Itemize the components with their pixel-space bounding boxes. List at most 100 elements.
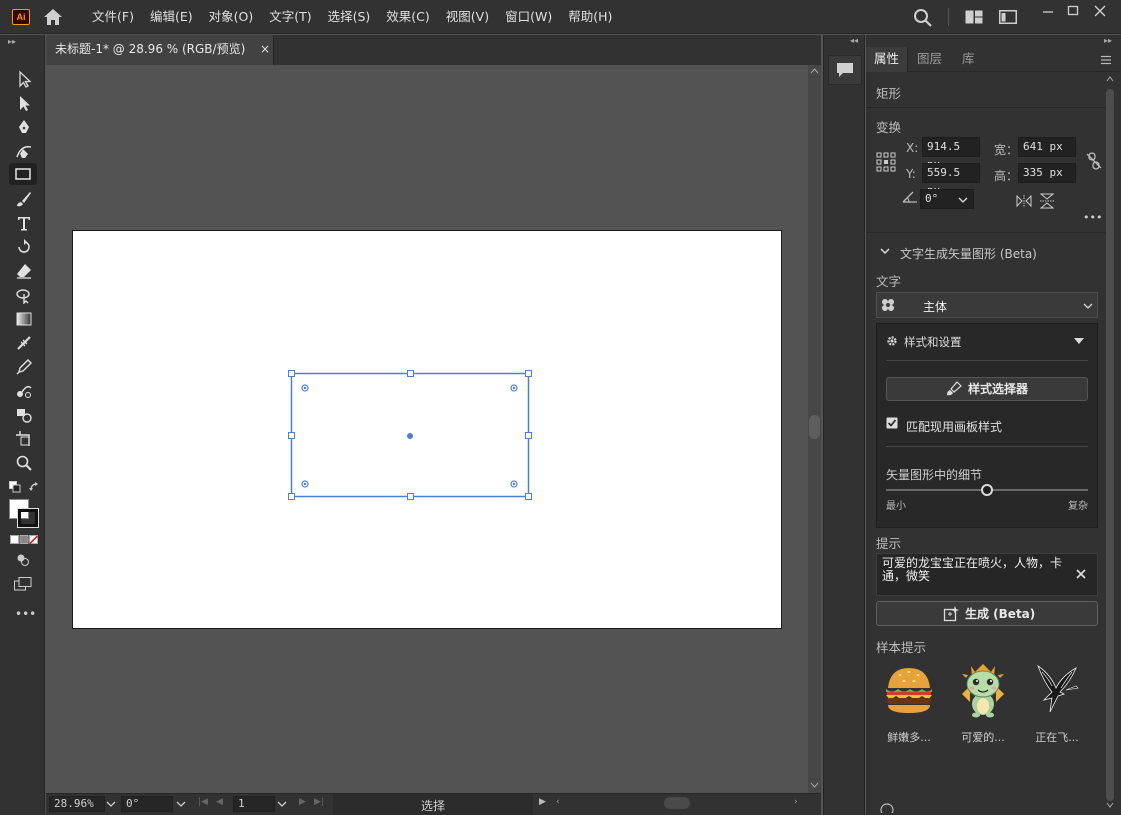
flip-vertical-icon[interactable] [1040, 193, 1054, 209]
horizontal-scroll-thumb[interactable] [664, 797, 690, 809]
rotation-dropdown-icon[interactable] [176, 800, 186, 808]
scroll-left-icon[interactable]: ‹ [556, 797, 560, 807]
document-tab[interactable]: 未标题-1* @ 28.96 % (RGB/预览) × [46, 35, 274, 65]
prompt-input[interactable]: 可爱的龙宝宝正在喷火，人物，卡通，微笑 [876, 553, 1098, 596]
resize-handle[interactable] [525, 493, 532, 500]
drawing-modes-icon[interactable] [16, 553, 30, 567]
pen-tool[interactable] [12, 117, 36, 137]
panel-scroll-thumb[interactable] [1106, 89, 1114, 801]
resize-handle[interactable] [525, 432, 532, 439]
vertical-scroll-thumb[interactable] [809, 415, 820, 439]
style-settings-title[interactable]: 样式和设置 [904, 334, 962, 350]
status-menu-icon[interactable]: ▶ [539, 797, 546, 807]
last-artboard-icon[interactable]: ▶| [314, 797, 324, 807]
tab-libraries[interactable]: 库 [954, 47, 983, 72]
color-mode-icons[interactable] [10, 535, 38, 545]
artboard-number-field[interactable]: 1 [233, 796, 275, 812]
match-artboard-checkbox[interactable] [886, 417, 898, 429]
menu-edit[interactable]: 编辑(E) [142, 0, 201, 34]
panel-menu-icon[interactable] [1100, 55, 1112, 65]
rotate-tool[interactable] [12, 237, 36, 257]
comments-panel-button[interactable] [828, 55, 862, 85]
gradient-tool[interactable] [12, 309, 36, 329]
menu-effect[interactable]: 效果(C) [378, 0, 437, 34]
more-transform-options-icon[interactable]: ••• [1083, 211, 1102, 224]
artboard-tool[interactable] [12, 429, 36, 449]
stroke-color-swatch[interactable] [17, 508, 39, 528]
swap-colors-icon[interactable] [28, 481, 40, 493]
resize-handle[interactable] [288, 493, 295, 500]
menu-select[interactable]: 选择(S) [320, 0, 379, 34]
canvas[interactable] [46, 65, 808, 793]
angle-dropdown-icon[interactable] [958, 196, 968, 204]
style-picker-button[interactable]: 样式选择器 [886, 377, 1088, 401]
info-icon[interactable] [880, 803, 894, 813]
panel-scroll-up-icon[interactable] [1105, 75, 1115, 83]
panel-scrollbar[interactable] [1105, 75, 1115, 810]
resize-handle[interactable] [407, 370, 414, 377]
next-artboard-icon[interactable]: ▶ [299, 797, 306, 807]
eraser-tool[interactable] [12, 261, 36, 281]
x-field[interactable]: 914.5 px [922, 137, 980, 171]
menu-window[interactable]: 窗口(W) [497, 0, 560, 34]
reference-point-icon[interactable] [876, 152, 896, 172]
close-window-icon[interactable] [1089, 4, 1111, 18]
zoom-tool[interactable] [12, 453, 36, 473]
scroll-right-icon[interactable]: › [794, 797, 798, 807]
height-field[interactable]: 335 px [1018, 163, 1076, 183]
resize-handle[interactable] [288, 370, 295, 377]
sample-prompt-dragon[interactable]: 可爱的... [950, 660, 1016, 750]
first-artboard-icon[interactable]: |◀ [198, 797, 208, 807]
curvature-tool[interactable] [12, 141, 36, 161]
selected-rectangle[interactable] [46, 65, 808, 793]
menu-object[interactable]: 对象(O) [201, 0, 262, 34]
previous-artboard-icon[interactable]: ◀ [216, 797, 223, 807]
constrain-proportions-icon[interactable] [1086, 152, 1102, 170]
scroll-down-icon[interactable] [810, 782, 819, 788]
edit-toolbar-icon[interactable]: ••• [15, 607, 36, 621]
caret-down-icon[interactable] [1074, 338, 1084, 344]
selection-tool[interactable] [12, 93, 36, 113]
width-field[interactable]: 641 px [1018, 137, 1076, 157]
text-to-vector-title[interactable]: 文字生成矢量图形 (Beta) [900, 245, 1037, 262]
clear-prompt-icon[interactable] [1076, 569, 1086, 579]
menu-view[interactable]: 视图(V) [438, 0, 497, 34]
workspace-switcher-icon[interactable] [999, 10, 1017, 24]
minimize-icon[interactable] [1037, 4, 1059, 18]
direct-selection-tool[interactable] [12, 69, 36, 89]
sample-prompt-bird[interactable]: 正在飞... [1024, 660, 1090, 750]
tab-layers[interactable]: 图层 [909, 47, 950, 72]
detail-slider-thumb[interactable] [981, 484, 993, 496]
resize-handle[interactable] [407, 493, 414, 500]
artboard-dropdown-icon[interactable] [277, 800, 287, 808]
zoom-dropdown-icon[interactable] [106, 800, 116, 808]
menu-type[interactable]: 文字(T) [261, 0, 319, 34]
zoom-field[interactable]: 28.96% [49, 796, 105, 812]
tab-properties[interactable]: 属性 [866, 47, 909, 72]
generate-button[interactable]: 生成 (Beta) [876, 601, 1098, 626]
y-field[interactable]: 559.5 px [922, 163, 980, 197]
menu-help[interactable]: 帮助(H) [560, 0, 620, 34]
search-icon[interactable] [913, 8, 933, 28]
maximize-icon[interactable] [1062, 4, 1084, 18]
panel-scroll-down-icon[interactable] [1105, 801, 1115, 809]
home-icon[interactable] [42, 7, 64, 27]
menu-file[interactable]: 文件(F) [84, 0, 142, 34]
shape-builder-tool[interactable] [12, 405, 36, 425]
scroll-up-icon[interactable] [810, 68, 819, 74]
puppet-warp-tool[interactable] [12, 285, 36, 305]
close-document-icon[interactable]: × [260, 35, 270, 63]
mesh-tool[interactable] [12, 333, 36, 353]
default-colors-icon[interactable] [9, 481, 21, 493]
paintbrush-tool[interactable] [12, 189, 36, 209]
chevron-down-icon[interactable] [880, 247, 890, 255]
rectangle-tool[interactable] [9, 163, 37, 185]
type-dropdown[interactable]: 主体 [876, 292, 1098, 318]
current-tool-status[interactable]: 选择 [421, 797, 445, 814]
resize-handle[interactable] [288, 432, 295, 439]
rotation-field[interactable]: 0° [121, 796, 173, 812]
resize-handle[interactable] [525, 370, 532, 377]
sample-prompt-burger[interactable]: 鲜嫩多... [876, 660, 942, 750]
screen-mode-icon[interactable] [14, 577, 32, 591]
type-tool[interactable] [12, 213, 36, 233]
